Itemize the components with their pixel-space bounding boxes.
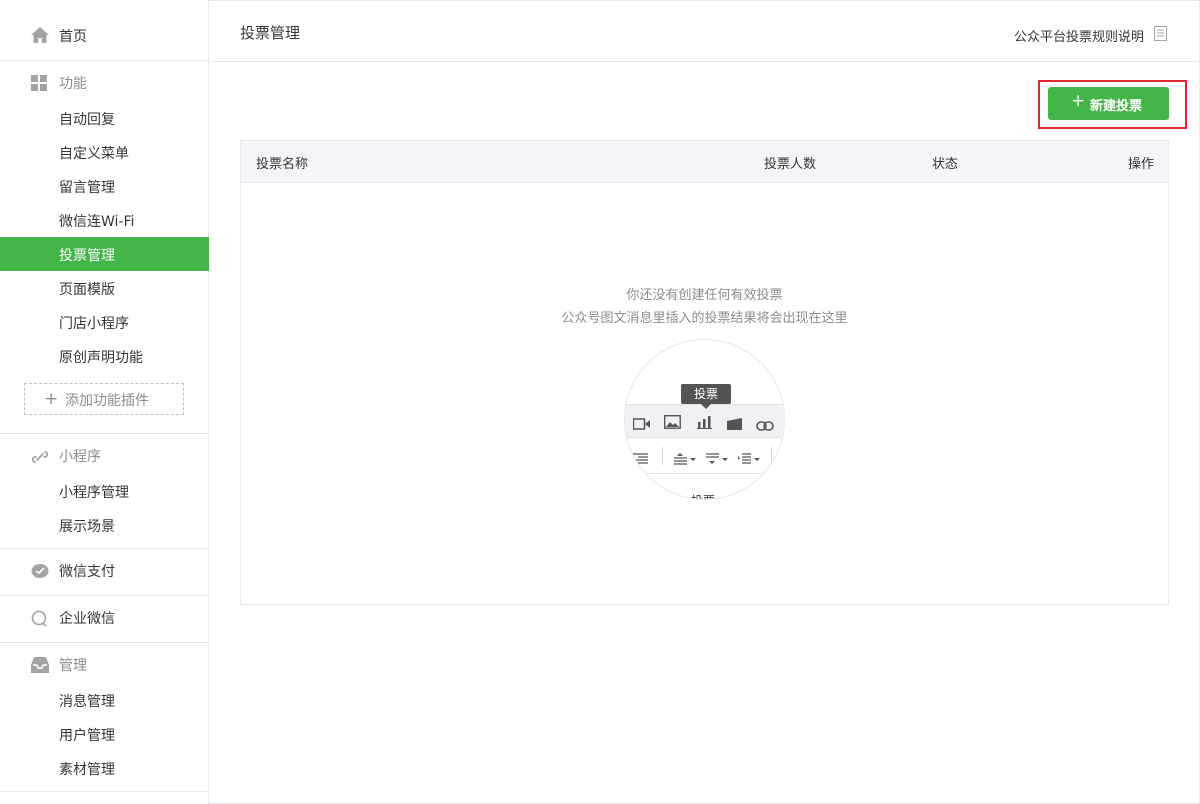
plus-icon: + [44, 389, 59, 409]
new-vote-button[interactable]: + 新建投票 [1048, 87, 1169, 120]
sidebar-item-label: 自定义菜单 [59, 146, 129, 162]
sidebar-item-material-management[interactable]: 素材管理 [0, 751, 209, 785]
inbox-icon [31, 657, 49, 677]
link-icon [756, 416, 774, 435]
sidebar-group-title: 企业微信 [59, 611, 115, 627]
sidebar-group-features: 功能 [0, 72, 209, 96]
sidebar-item-work-wechat[interactable]: 企业微信 [0, 607, 209, 631]
header-divider [210, 61, 1200, 62]
table-header: 投票名称 投票人数 状态 操作 [241, 141, 1168, 183]
sidebar-item-label: 微信连Wi-Fi [59, 214, 135, 230]
sidebar-group-title: 微信支付 [59, 564, 115, 580]
sidebar-item-page-template[interactable]: 页面模版 [0, 271, 209, 305]
sidebar-item-wechat-pay[interactable]: 微信支付 [0, 560, 209, 584]
spacing-above-icon [674, 450, 698, 469]
add-plugin-button[interactable]: + 添加功能插件 [24, 383, 184, 415]
sidebar-item-original-declaration[interactable]: 原创声明功能 [0, 339, 209, 373]
sidebar-item-label: 原创声明功能 [59, 350, 143, 366]
empty-state-illustration: 投票 [624, 339, 785, 500]
sidebar-item-label: 用户管理 [59, 728, 115, 744]
tooltip-arrow [701, 404, 711, 409]
card-icon [727, 415, 742, 434]
link-icon [31, 448, 49, 470]
sidebar-group-management: 管理 [0, 654, 209, 678]
vote-chart-icon [697, 414, 712, 433]
sidebar-item-store-miniprogram[interactable]: 门店小程序 [0, 305, 209, 339]
sidebar-item-custom-menu[interactable]: 自定义菜单 [0, 135, 209, 169]
home-icon [31, 27, 49, 47]
sidebar-item-miniprogram-management[interactable]: 小程序管理 [0, 474, 209, 508]
vote-rules-link[interactable]: 公众平台投票规则说明 [1014, 26, 1144, 45]
sidebar-item-home[interactable]: 首页 [0, 0, 209, 60]
sidebar-item-label: 展示场景 [59, 519, 115, 535]
page-title: 投票管理 [240, 24, 301, 42]
sidebar-divider [0, 791, 209, 792]
sidebar-item-display-scenes[interactable]: 展示场景 [0, 508, 209, 542]
sidebar-item-label: 小程序管理 [59, 485, 129, 501]
empty-state-title: 你还没有创建任何有效投票 [626, 288, 783, 303]
line-height-icon [738, 450, 762, 469]
sidebar-item-label: 页面模版 [59, 282, 115, 298]
column-status: 状态 [932, 157, 959, 172]
sidebar-group-title: 小程序 [59, 449, 101, 465]
pay-icon [31, 563, 49, 585]
toolbar-separator [771, 447, 772, 465]
sidebar-item-vote-management[interactable]: 投票管理 [0, 237, 209, 271]
sidebar-group-title: 功能 [59, 76, 87, 92]
sidebar-item-wifi[interactable]: 微信连Wi-Fi [0, 203, 209, 237]
sidebar-divider [0, 548, 209, 549]
grid-icon [31, 75, 47, 95]
sidebar-item-label: 消息管理 [59, 694, 115, 710]
sidebar-divider [0, 433, 209, 434]
spacing-below-icon [706, 450, 730, 469]
add-plugin-label: 添加功能插件 [65, 393, 149, 409]
vote-table: 投票名称 投票人数 状态 操作 你还没有创建任何有效投票 公众号图文消息里插入的… [240, 140, 1169, 605]
align-right-icon [633, 450, 648, 469]
sidebar-divider [0, 642, 209, 643]
sidebar-divider [0, 595, 209, 596]
sidebar-item-label: 留言管理 [59, 180, 115, 196]
column-voter-count: 投票人数 [764, 157, 817, 172]
cut-off-text: 投票 [691, 492, 715, 499]
sidebar-item-auto-reply[interactable]: 自动回复 [0, 101, 209, 135]
sidebar: 首页 功能 自动回复 自定义菜单 留言管理 微信连Wi-Fi 投票管理 页面模版… [0, 0, 209, 804]
sidebar-item-label: 素材管理 [59, 762, 115, 778]
editor-divider [625, 473, 784, 474]
document-icon[interactable] [1154, 26, 1167, 45]
sidebar-item-label: 首页 [59, 29, 87, 45]
new-vote-label: 新建投票 [1090, 99, 1143, 114]
sidebar-item-label: 投票管理 [59, 248, 115, 264]
sidebar-item-comments[interactable]: 留言管理 [0, 169, 209, 203]
sidebar-group-title: 管理 [59, 658, 87, 674]
vote-tooltip: 投票 [681, 384, 731, 404]
plus-icon: + [1071, 91, 1086, 111]
sidebar-group-miniprogram: 小程序 [0, 445, 209, 469]
sidebar-item-message-management[interactable]: 消息管理 [0, 683, 209, 717]
sidebar-item-user-management[interactable]: 用户管理 [0, 717, 209, 751]
video-icon [632, 415, 651, 434]
column-vote-name: 投票名称 [256, 157, 309, 172]
sidebar-item-label: 自动回复 [59, 112, 115, 128]
image-icon [663, 414, 681, 433]
sidebar-divider [0, 60, 209, 61]
empty-state-description: 公众号图文消息里插入的投票结果将会出现在这里 [561, 311, 848, 326]
toolbar-separator [662, 447, 663, 465]
column-actions: 操作 [1127, 157, 1154, 172]
main-content: 投票管理 公众平台投票规则说明 + 新建投票 投票名称 投票人数 状态 操作 你… [210, 0, 1200, 804]
sidebar-item-label: 门店小程序 [59, 316, 129, 332]
chat-icon [31, 610, 49, 632]
